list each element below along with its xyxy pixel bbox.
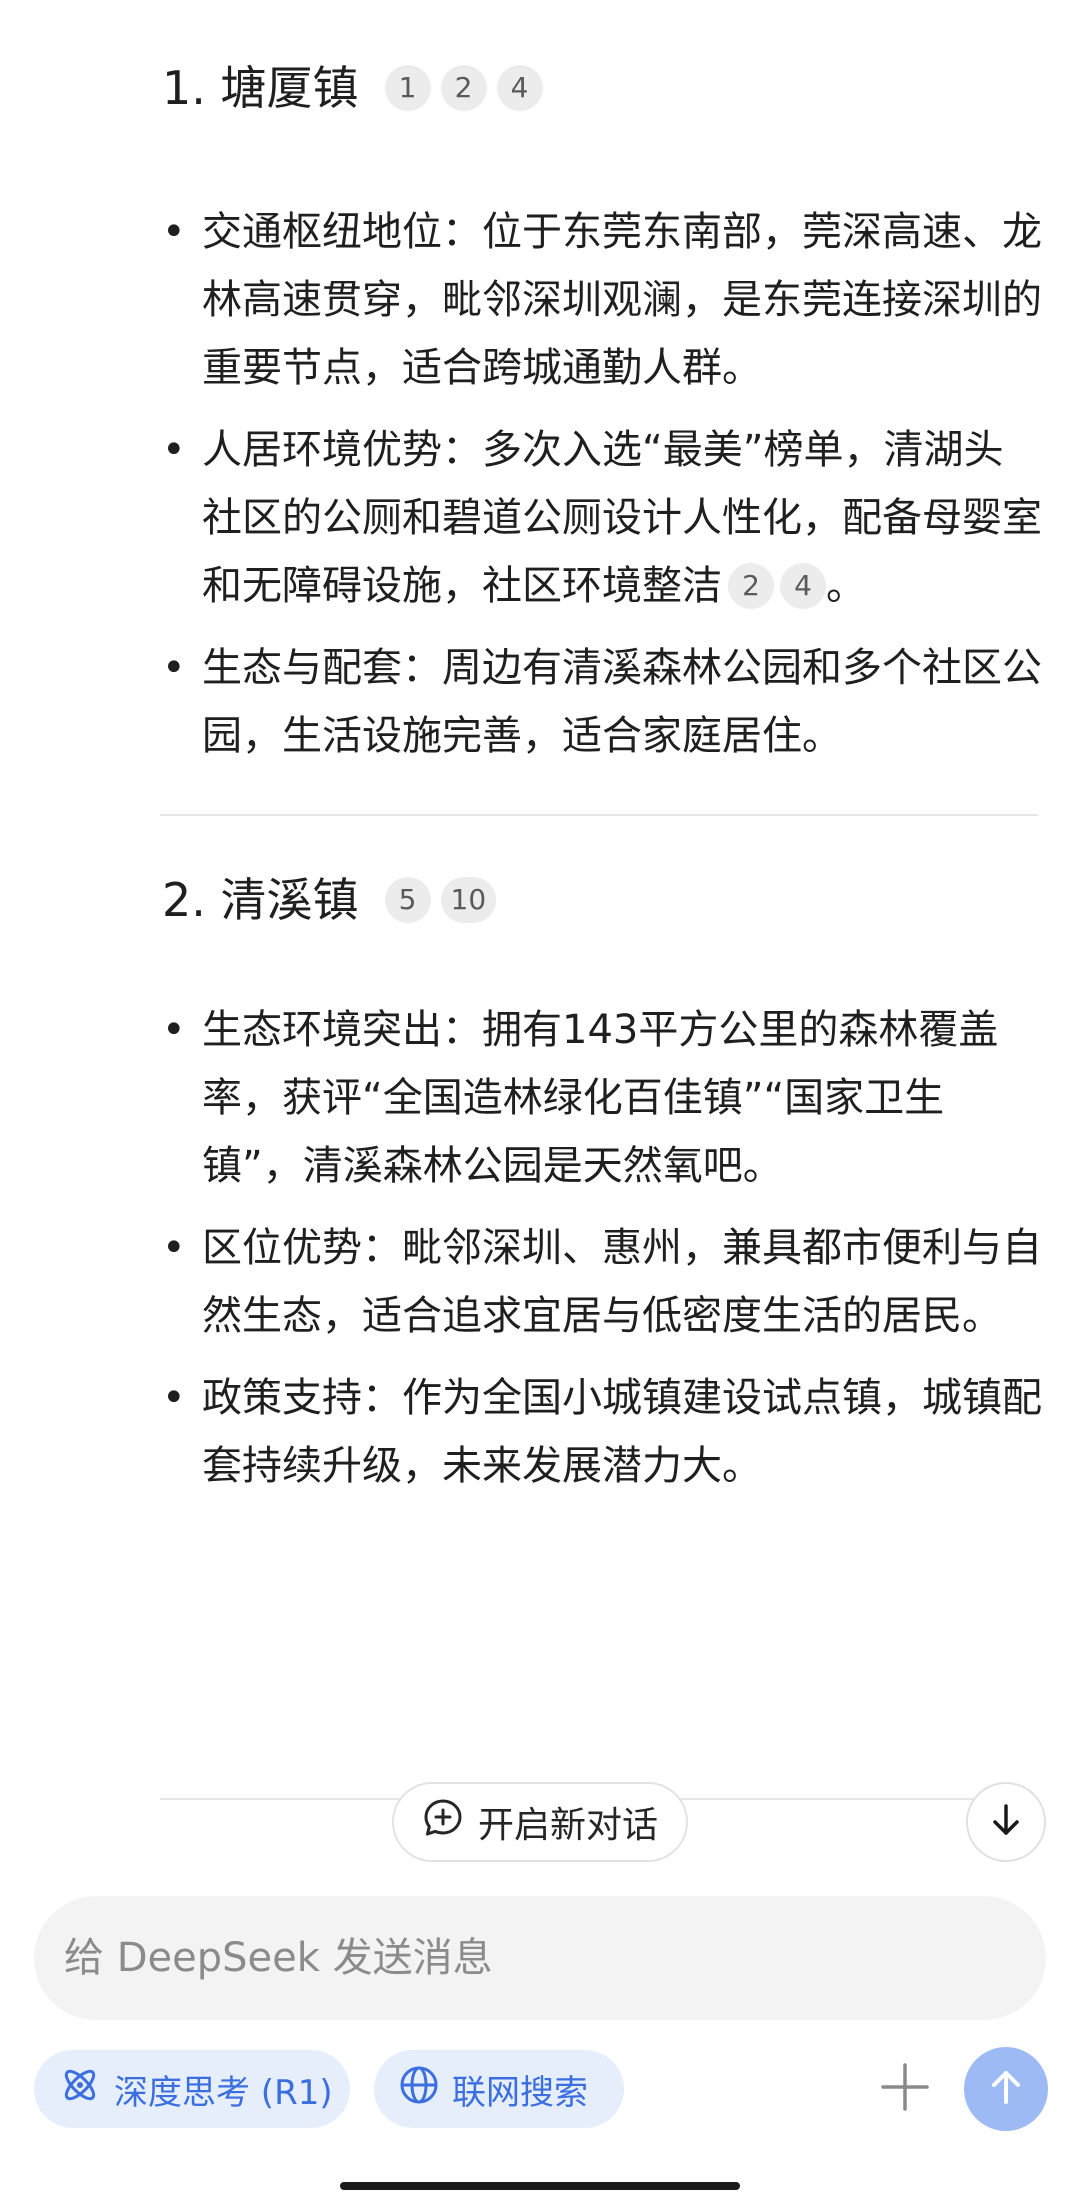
bullet-item: 区位优势：毗邻深圳、惠州，兼具都市便利与自然生态，适合追求宜居与低密度生活的居民… <box>162 1214 1042 1350</box>
reference-badge[interactable]: 2 <box>728 563 774 609</box>
reference-badge[interactable]: 10 <box>440 877 497 923</box>
message-input[interactable] <box>34 1896 1046 2020</box>
home-indicator <box>340 2182 740 2190</box>
scroll-down-button[interactable] <box>966 1782 1046 1862</box>
bullet-text: 区位优势：毗邻深圳、惠州，兼具都市便利与自然生态，适合追求宜居与低密度生活的居民… <box>202 1225 1042 1339</box>
bullet-item: 政策支持：作为全国小城镇建设试点镇，城镇配套持续升级，未来发展潜力大。 <box>162 1364 1042 1500</box>
section-qingxi: 2. 清溪镇 5 10 生态环境突出：拥有143平方公里的森林覆盖率，获评“全国… <box>162 852 1042 1500</box>
bullet-item: 人居环境优势：多次入选“最美”榜单，清湖头社区的公厕和碧道公厕设计人性化，配备母… <box>162 416 1042 620</box>
send-button[interactable] <box>964 2047 1048 2131</box>
reference-badge[interactable]: 4 <box>496 65 543 111</box>
reference-badges: 1 2 4 <box>384 65 543 111</box>
bullet-text: 生态环境突出：拥有143平方公里的森林覆盖率，获评“全国造林绿化百佳镇”“国家卫… <box>202 1007 999 1189</box>
bullet-text: 人居环境优势：多次入选“最美”榜单，清湖头社区的公厕和碧道公厕设计人性化，配备母… <box>202 427 1042 609</box>
arrow-down-icon <box>987 1801 1025 1843</box>
arrow-up-icon <box>986 2067 1026 2111</box>
reference-badge[interactable]: 4 <box>780 563 826 609</box>
bullet-text: 交通枢纽地位：位于东莞东南部，莞深高速、龙林高速贯穿，毗邻深圳观澜，是东莞连接深… <box>202 209 1042 391</box>
new-chat-button[interactable]: 开启新对话 <box>392 1782 688 1862</box>
bullet-item: 生态环境突出：拥有143平方公里的森林覆盖率，获评“全国造林绿化百佳镇”“国家卫… <box>162 996 1042 1200</box>
section-divider <box>160 814 1038 816</box>
new-chat-label: 开启新对话 <box>477 1805 658 1846</box>
section-heading: 1. 塘厦镇 1 2 4 <box>162 40 1042 136</box>
section-heading-text: 2. 清溪镇 <box>162 873 359 927</box>
bullet-item: 生态与配套：周边有清溪森林公园和多个社区公园，生活设施完善，适合家庭居住。 <box>162 634 1042 770</box>
plus-icon <box>879 2061 931 2117</box>
attach-button[interactable] <box>872 2056 938 2122</box>
section-heading: 2. 清溪镇 5 10 <box>162 852 1042 948</box>
deep-think-label: 深度思考 (R1) <box>114 2072 333 2113</box>
deep-think-button[interactable]: 深度思考 (R1) <box>34 2050 350 2128</box>
reference-badge[interactable]: 5 <box>384 877 431 923</box>
atom-icon <box>58 2063 102 2116</box>
web-search-button[interactable]: 联网搜索 <box>374 2050 624 2128</box>
bullet-item: 交通枢纽地位：位于东莞东南部，莞深高速、龙林高速贯穿，毗邻深圳观澜，是东莞连接深… <box>162 198 1042 402</box>
bullet-list: 生态环境突出：拥有143平方公里的森林覆盖率，获评“全国造林绿化百佳镇”“国家卫… <box>162 996 1042 1500</box>
bullet-text: 生态与配套：周边有清溪森林公园和多个社区公园，生活设施完善，适合家庭居住。 <box>202 645 1042 759</box>
web-search-label: 联网搜索 <box>452 2072 588 2113</box>
reference-badge[interactable]: 1 <box>384 65 431 111</box>
globe-icon <box>398 2064 440 2115</box>
bullet-list: 交通枢纽地位：位于东莞东南部，莞深高速、龙林高速贯穿，毗邻深圳观澜，是东莞连接深… <box>162 198 1042 770</box>
reference-badges: 5 10 <box>384 877 497 923</box>
chat-plus-icon <box>422 1797 464 1848</box>
section-heading-text: 1. 塘厦镇 <box>162 61 359 115</box>
bullet-tail: 。 <box>826 563 866 609</box>
section-tangxia: 1. 塘厦镇 1 2 4 交通枢纽地位：位于东莞东南部，莞深高速、龙林高速贯穿，… <box>162 40 1042 770</box>
reference-badge[interactable]: 2 <box>440 65 487 111</box>
chat-response: 1. 塘厦镇 1 2 4 交通枢纽地位：位于东莞东南部，莞深高速、龙林高速贯穿，… <box>160 40 1042 1514</box>
bullet-text: 政策支持：作为全国小城镇建设试点镇，城镇配套持续升级，未来发展潜力大。 <box>202 1375 1042 1489</box>
